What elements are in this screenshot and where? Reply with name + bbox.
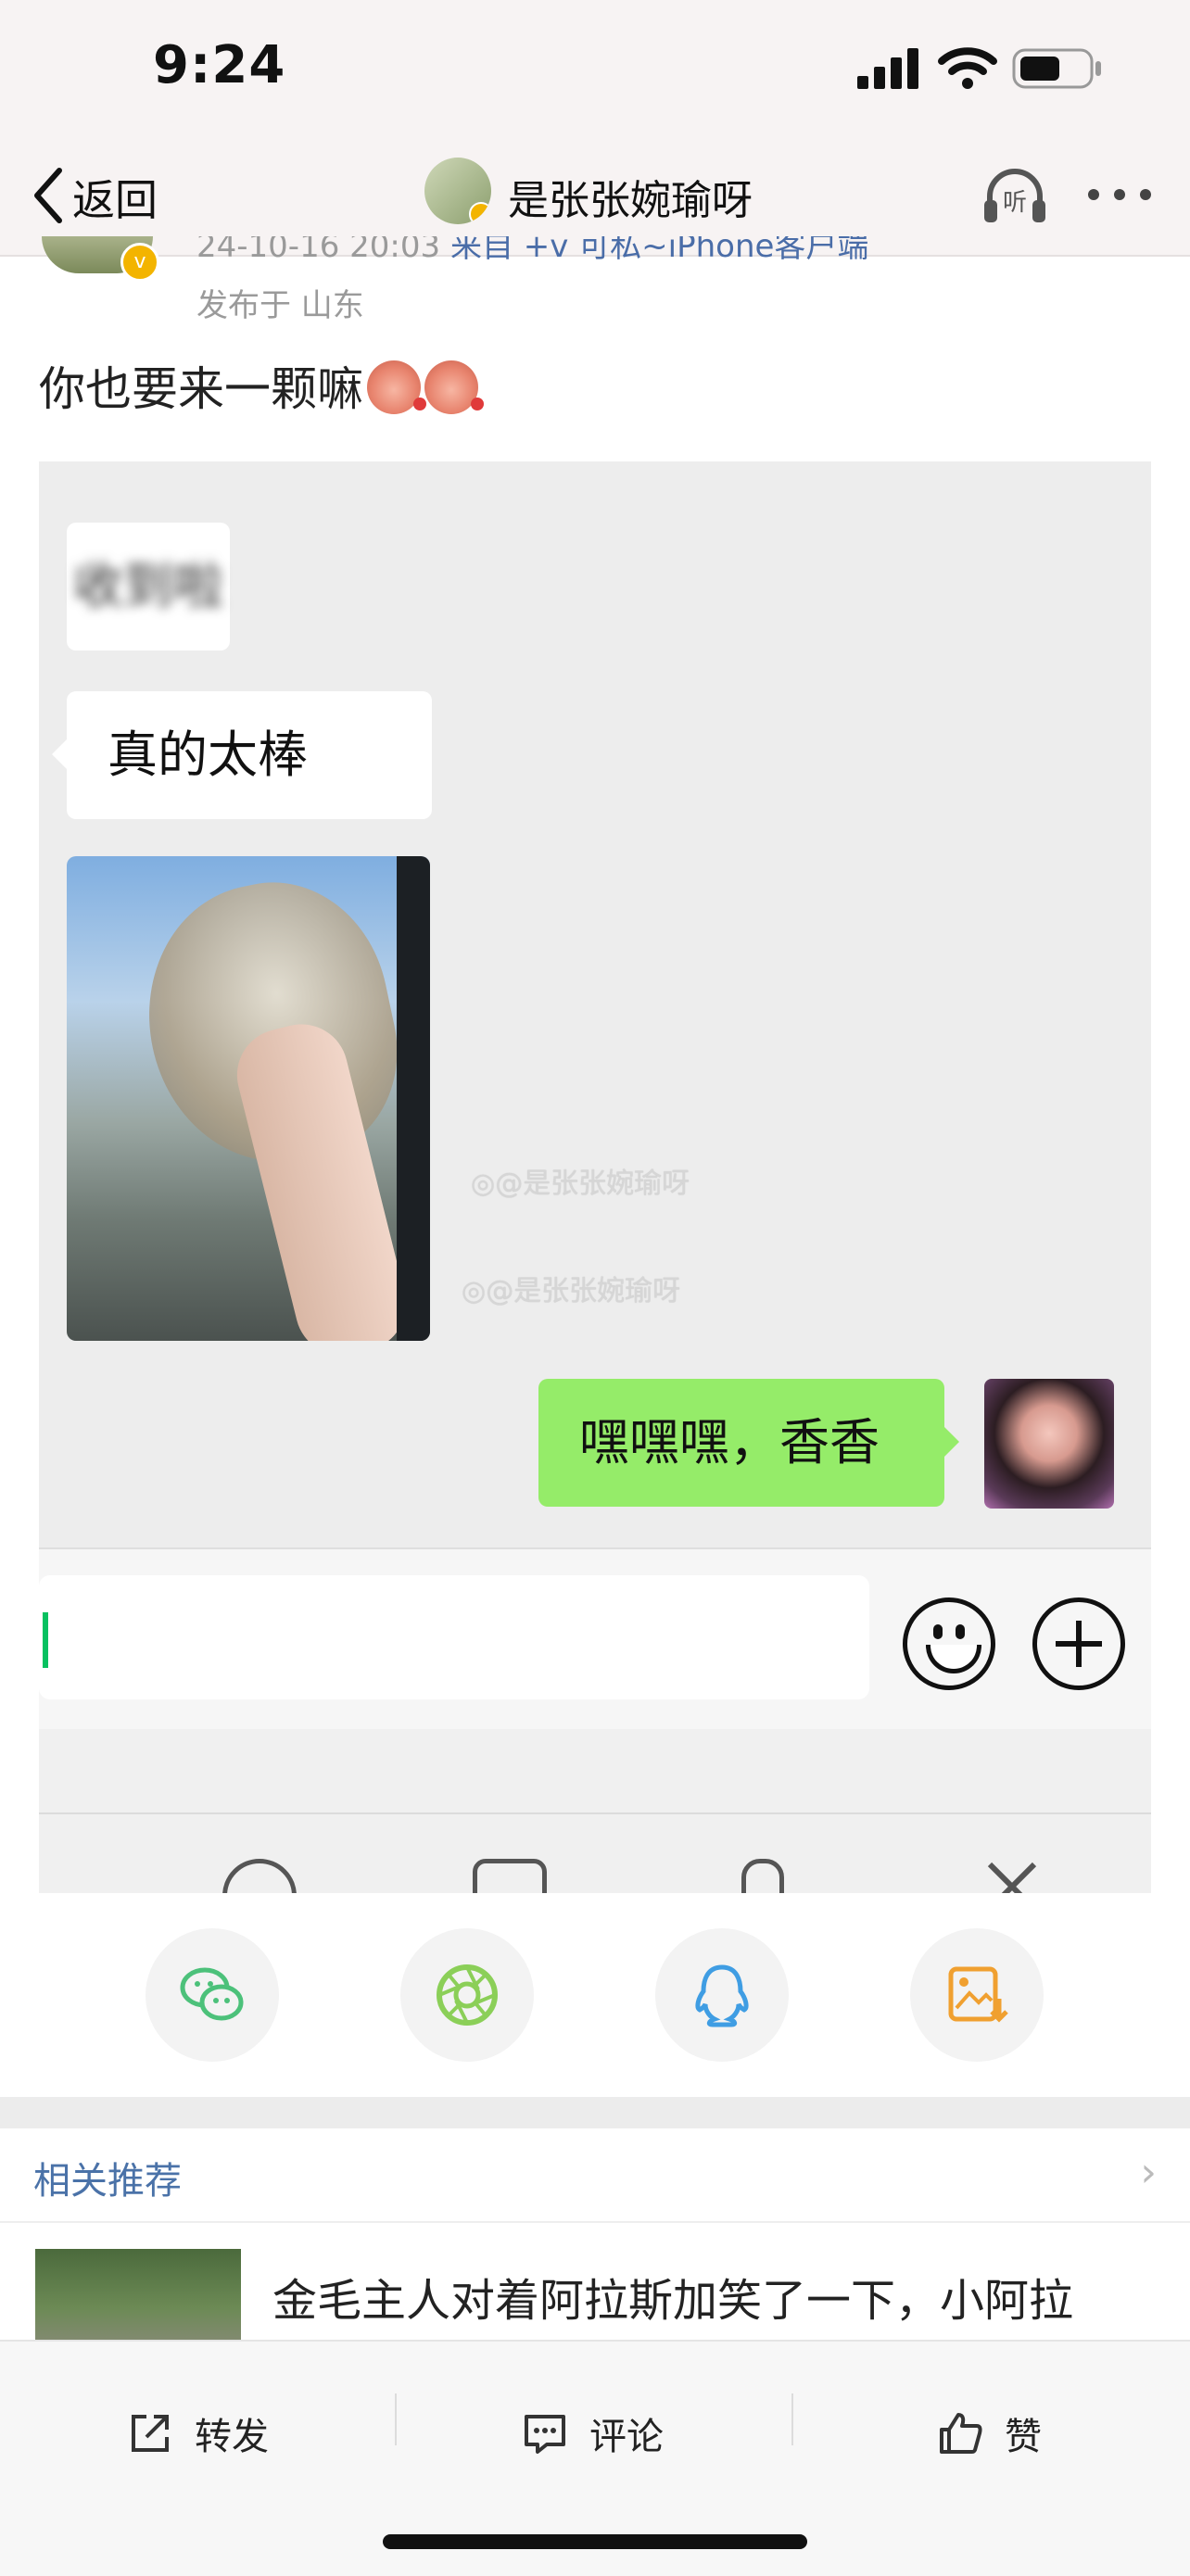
save-image-icon <box>948 1966 1008 2023</box>
moments-icon <box>437 1964 498 2026</box>
chat-bubble-sent: 嘿嘿嘿，香香 <box>538 1379 959 1507</box>
status-time: 9:24 <box>153 35 286 95</box>
weibo-logo-icon: ◎ <box>462 1275 487 1307</box>
thumbs-up-icon <box>940 2413 982 2454</box>
weibo-logo-icon: ◎ <box>471 1168 496 1200</box>
status-bar: 9:24 <box>0 0 1190 139</box>
share-row <box>0 1893 1190 2097</box>
back-chevron-icon[interactable] <box>32 167 65 224</box>
share-moments-button[interactable] <box>400 1928 534 2062</box>
battery-icon <box>1012 48 1101 89</box>
keyboard-icon <box>473 1859 547 1893</box>
signal-icon <box>857 48 918 89</box>
listen-button[interactable]: 听 <box>981 161 1049 230</box>
post-image[interactable]: 收到啦 真的太棒了！ ◎@是张张婉瑜呀 ◎@是张张婉瑜呀 嘿嘿嘿，香香 <box>39 461 1151 1893</box>
plus-icon <box>1032 1597 1125 1690</box>
verified-badge-icon: v <box>120 243 159 282</box>
comment-button[interactable]: 评论 <box>521 2382 664 2484</box>
related-title: 相关推荐 <box>33 2160 182 2203</box>
post-location: 发布于 山东 <box>196 287 364 324</box>
microphone-icon <box>741 1859 784 1893</box>
watermark: ◎@是张张婉瑜呀 <box>462 1275 681 1307</box>
home-indicator <box>383 2534 807 2549</box>
page-title: 是张张婉瑜呀 <box>508 177 753 224</box>
related-item[interactable]: 金毛主人对着阿拉斯加笑了一下，小阿拉 <box>0 2223 1190 2343</box>
wifi-icon <box>938 47 997 89</box>
chat-input-field <box>39 1575 869 1699</box>
close-icon <box>987 1862 1037 1893</box>
chat-toolbar <box>39 1729 1151 1893</box>
wechat-icon <box>180 1967 244 2021</box>
more-icon[interactable] <box>1086 187 1153 202</box>
share-qq-button[interactable] <box>655 1928 789 2062</box>
chat-bubble-received: 收到啦 <box>67 523 230 650</box>
qq-icon <box>695 1964 749 2027</box>
pig-emoji-icon <box>367 360 426 414</box>
chevron-right-icon: › <box>1140 2149 1157 2196</box>
post-meta: 24-10-16 20:03 来自 +v 可私~iPhone客户端 <box>196 236 868 273</box>
repost-button[interactable]: 转发 <box>126 2382 269 2484</box>
emoji-icon <box>903 1597 995 1690</box>
back-button[interactable]: 返回 <box>72 167 158 228</box>
related-item-title: 金毛主人对着阿拉斯加笑了一下，小阿拉 <box>272 2275 1074 2327</box>
post-text-content: 你也要来一颗嘛 <box>39 362 363 416</box>
chat-sender-avatar <box>984 1379 1114 1509</box>
like-button[interactable]: 赞 <box>936 2382 1042 2484</box>
avatar[interactable] <box>424 158 491 224</box>
post-text: 你也要来一颗嘛 <box>39 352 484 419</box>
related-header[interactable]: 相关推荐 › <box>0 2128 1190 2223</box>
chat-input-bar <box>39 1547 1151 1731</box>
share-wechat-button[interactable] <box>146 1928 279 2062</box>
watermark: ◎@是张张婉瑜呀 <box>471 1168 690 1200</box>
section-divider <box>0 2097 1190 2128</box>
post-time: 24-10-16 20:03 <box>196 236 441 265</box>
comment-icon <box>525 2415 565 2454</box>
verified-badge-icon <box>469 202 491 224</box>
post-source[interactable]: 来自 +v 可私~iPhone客户端 <box>450 236 868 265</box>
sticker-icon <box>222 1859 297 1893</box>
chat-bubble-received: 真的太棒了！ <box>52 691 432 912</box>
chat-photo <box>67 856 430 1341</box>
text-cursor <box>43 1612 48 1668</box>
related-thumbnail <box>35 2249 241 2343</box>
pig-emoji-icon <box>424 360 484 414</box>
repost-icon <box>132 2415 169 2452</box>
save-image-button[interactable] <box>910 1928 1044 2062</box>
